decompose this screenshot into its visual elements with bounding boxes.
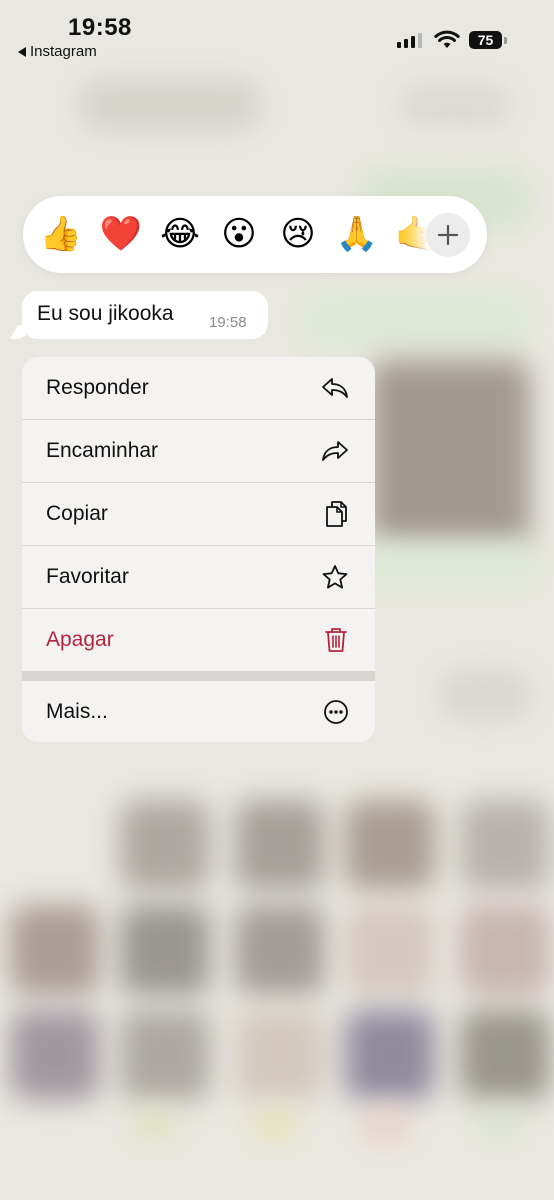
reaction-laughing[interactable]: 😂 (157, 211, 203, 257)
plus-icon (437, 224, 459, 246)
menu-item-reply[interactable]: Responder (22, 357, 375, 419)
status-time: 19:58 (68, 14, 132, 41)
status-bar: 19:58 Instagram 75 (0, 0, 554, 70)
more-reactions-button[interactable] (426, 213, 470, 257)
reaction-thumbs-up[interactable]: 👍 (38, 211, 84, 257)
copy-icon (326, 501, 347, 527)
forward-icon (322, 441, 348, 461)
message-context-menu: Responder Encaminhar Copiar Favoritar Ap… (22, 357, 375, 742)
menu-item-delete[interactable]: Apagar (22, 609, 375, 671)
battery-cap (504, 37, 507, 44)
message-text: Eu sou jikooka (37, 302, 174, 325)
back-to-app-link[interactable]: Instagram (18, 43, 97, 60)
reaction-crying[interactable]: 😢 (275, 211, 321, 257)
menu-item-label: Favoritar (46, 565, 129, 588)
wifi-icon (434, 30, 460, 48)
menu-item-label: Apagar (46, 628, 114, 651)
back-arrow-icon (18, 46, 26, 57)
battery-indicator: 75 (469, 31, 502, 49)
reaction-surprised[interactable]: 😮 (216, 211, 262, 257)
cellular-signal-icon (397, 33, 422, 48)
message-time: 19:58 (209, 314, 247, 331)
menu-item-label: Responder (46, 376, 149, 399)
star-icon (322, 565, 348, 589)
reaction-heart[interactable]: ❤️ (98, 211, 144, 257)
menu-item-label: Encaminhar (46, 439, 159, 462)
menu-item-copy[interactable]: Copiar (22, 483, 375, 545)
reply-icon (322, 378, 348, 398)
more-icon (324, 699, 348, 724)
trash-icon (325, 628, 347, 652)
menu-item-forward[interactable]: Encaminhar (22, 420, 375, 482)
menu-item-label: Copiar (46, 502, 108, 525)
menu-section-gap (22, 671, 375, 681)
menu-item-favorite[interactable]: Favoritar (22, 546, 375, 608)
menu-item-more[interactable]: Mais... (22, 681, 375, 742)
back-app-label: Instagram (30, 43, 97, 60)
menu-item-label: Mais... (46, 699, 108, 723)
reaction-folded-hands[interactable]: 🙏 (334, 211, 380, 257)
